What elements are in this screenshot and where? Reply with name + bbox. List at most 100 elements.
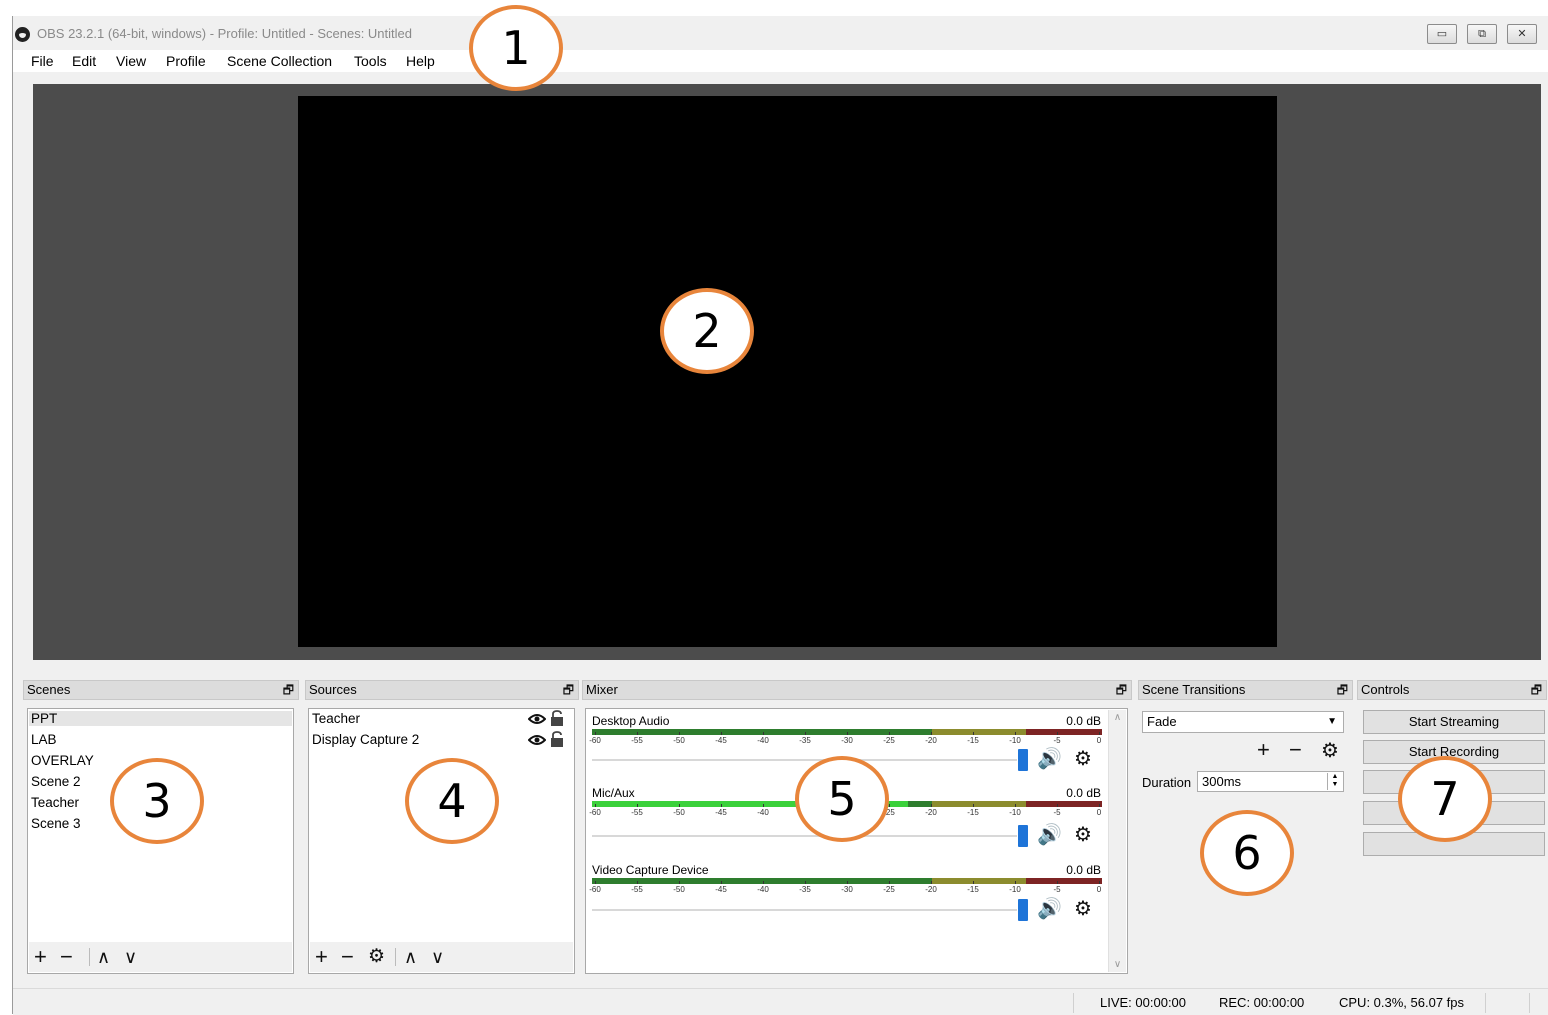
speaker-icon[interactable]: 🔊 — [1037, 825, 1062, 845]
minimize-button[interactable]: ▭ — [1427, 24, 1457, 44]
scroll-down-icon[interactable]: ∨ — [1109, 959, 1126, 970]
gear-icon[interactable]: ⚙ — [1074, 899, 1092, 919]
close-button[interactable]: ✕ — [1507, 24, 1537, 44]
float-dock-icon[interactable]: 🗗 — [1337, 681, 1348, 699]
meter-tick-label: -40 — [757, 885, 769, 894]
meter-tick-mark — [1099, 732, 1100, 735]
meter-tick-label: -25 — [883, 885, 895, 894]
meter-tick-label: -5 — [1053, 885, 1061, 894]
meter-tick-mark — [889, 732, 890, 735]
add-source-button[interactable]: + — [315, 945, 328, 969]
menu-help[interactable]: Help — [406, 53, 435, 69]
menu-scene-collection[interactable]: Scene Collection — [227, 53, 332, 69]
meter-tick-mark — [805, 881, 806, 884]
lock-icon[interactable] — [550, 731, 564, 747]
move-source-down-button[interactable]: ∨ — [431, 945, 444, 969]
volume-slider-thumb[interactable] — [1018, 749, 1028, 771]
meter-tick-label: -45 — [715, 736, 727, 745]
duration-input[interactable]: 300ms ▲ ▼ — [1197, 771, 1344, 792]
remove-transition-button[interactable]: − — [1289, 738, 1302, 762]
volume-slider[interactable] — [592, 835, 1017, 837]
mixer-channel-name: Desktop Audio — [592, 714, 670, 728]
meter-tick-label: -10 — [1009, 885, 1021, 894]
meter-tick-label: -55 — [631, 885, 643, 894]
meter-tick-mark — [973, 881, 974, 884]
meter-tick-mark — [931, 804, 932, 807]
source-properties-gear-icon[interactable]: ⚙ — [368, 945, 385, 969]
menu-view[interactable]: View — [116, 53, 146, 69]
start-streaming-button[interactable]: Start Streaming — [1363, 710, 1545, 734]
speaker-icon[interactable]: 🔊 — [1037, 899, 1062, 919]
lock-icon[interactable] — [550, 710, 564, 726]
meter-tick-mark — [595, 881, 596, 884]
obs-window: OBS 23.2.1 (64-bit, windows) - Profile: … — [12, 16, 1548, 1015]
move-scene-up-button[interactable]: ∧ — [97, 945, 110, 969]
toolbar-separator — [89, 948, 90, 966]
float-dock-icon[interactable]: 🗗 — [283, 681, 294, 699]
meter-tick-label: -20 — [925, 808, 937, 817]
meter-tick-mark — [721, 732, 722, 735]
gear-icon[interactable]: ⚙ — [1074, 749, 1092, 769]
meter-tick-mark — [889, 804, 890, 807]
add-transition-button[interactable]: + — [1257, 738, 1270, 762]
scene-item[interactable]: Scene 3 — [31, 816, 81, 831]
source-item[interactable]: Teacher — [312, 710, 570, 726]
eye-icon[interactable] — [528, 734, 546, 746]
meter-tick-mark — [973, 732, 974, 735]
meter-tick-label: -60 — [589, 808, 601, 817]
speaker-icon[interactable]: 🔊 — [1037, 749, 1062, 769]
meter-tick-mark — [1015, 804, 1016, 807]
add-scene-button[interactable]: + — [34, 945, 47, 969]
duration-value: 300ms — [1202, 774, 1242, 789]
preview-canvas[interactable] — [298, 96, 1277, 647]
transition-properties-gear-icon[interactable]: ⚙ — [1321, 739, 1339, 763]
scene-item[interactable]: PPT — [29, 711, 292, 726]
scene-item[interactable]: Scene 2 — [31, 774, 81, 789]
meter-tick-label: -5 — [1053, 736, 1061, 745]
menu-profile[interactable]: Profile — [166, 53, 206, 69]
chevron-down-icon: ▼ — [1327, 716, 1337, 727]
meter-tick-label: -30 — [841, 736, 853, 745]
maximize-button[interactable]: ⧉ — [1467, 24, 1497, 44]
toolbar-separator — [395, 948, 396, 966]
callout-2: 2 — [660, 288, 754, 374]
scenes-dock-label: Scenes — [27, 682, 71, 697]
mixer-scrollbar[interactable]: ∧ ∨ — [1108, 710, 1126, 972]
gear-icon[interactable]: ⚙ — [1074, 825, 1092, 845]
float-dock-icon[interactable]: 🗗 — [1116, 681, 1127, 699]
volume-slider[interactable] — [592, 759, 1017, 761]
scenes-toolbar: + − ∧ ∨ — [29, 942, 292, 972]
duration-spinner[interactable]: ▲ ▼ — [1327, 773, 1342, 790]
sources-dock-label: Sources — [309, 682, 357, 697]
menu-file[interactable]: File — [31, 53, 54, 69]
scene-item[interactable]: LAB — [31, 732, 57, 747]
transition-select[interactable]: Fade ▼ — [1142, 711, 1344, 733]
scroll-up-icon[interactable]: ∧ — [1109, 712, 1126, 723]
meter-tick-mark — [805, 732, 806, 735]
meter-tick-mark — [973, 804, 974, 807]
move-source-up-button[interactable]: ∧ — [404, 945, 417, 969]
eye-icon[interactable] — [528, 713, 546, 725]
menu-tools[interactable]: Tools — [354, 53, 387, 69]
meter-tick-label: -20 — [925, 736, 937, 745]
source-item[interactable]: Display Capture 2 — [312, 731, 570, 747]
meter-tick-label: -5 — [1053, 808, 1061, 817]
remove-scene-button[interactable]: − — [60, 945, 73, 969]
transitions-dock-title: Scene Transitions 🗗 — [1138, 680, 1353, 700]
meter-tick-mark — [763, 881, 764, 884]
move-scene-down-button[interactable]: ∨ — [124, 945, 137, 969]
float-dock-icon[interactable]: 🗗 — [563, 681, 574, 699]
controls-dock-title: Controls 🗗 — [1357, 680, 1547, 700]
meter-tick-mark — [1099, 804, 1100, 807]
volume-slider-thumb[interactable] — [1018, 899, 1028, 921]
remove-source-button[interactable]: − — [341, 945, 354, 969]
menu-edit[interactable]: Edit — [72, 53, 96, 69]
volume-slider[interactable] — [592, 909, 1017, 911]
scene-item[interactable]: OVERLAY — [31, 753, 94, 768]
meter-ticks: -60-55-50-45-40-35-30-25-20-15-10-50 — [589, 881, 1102, 895]
scene-item[interactable]: Teacher — [31, 795, 79, 810]
volume-slider-thumb[interactable] — [1018, 825, 1028, 847]
float-dock-icon[interactable]: 🗗 — [1531, 681, 1542, 699]
meter-tick-mark — [721, 881, 722, 884]
meter-tick-mark — [1015, 732, 1016, 735]
